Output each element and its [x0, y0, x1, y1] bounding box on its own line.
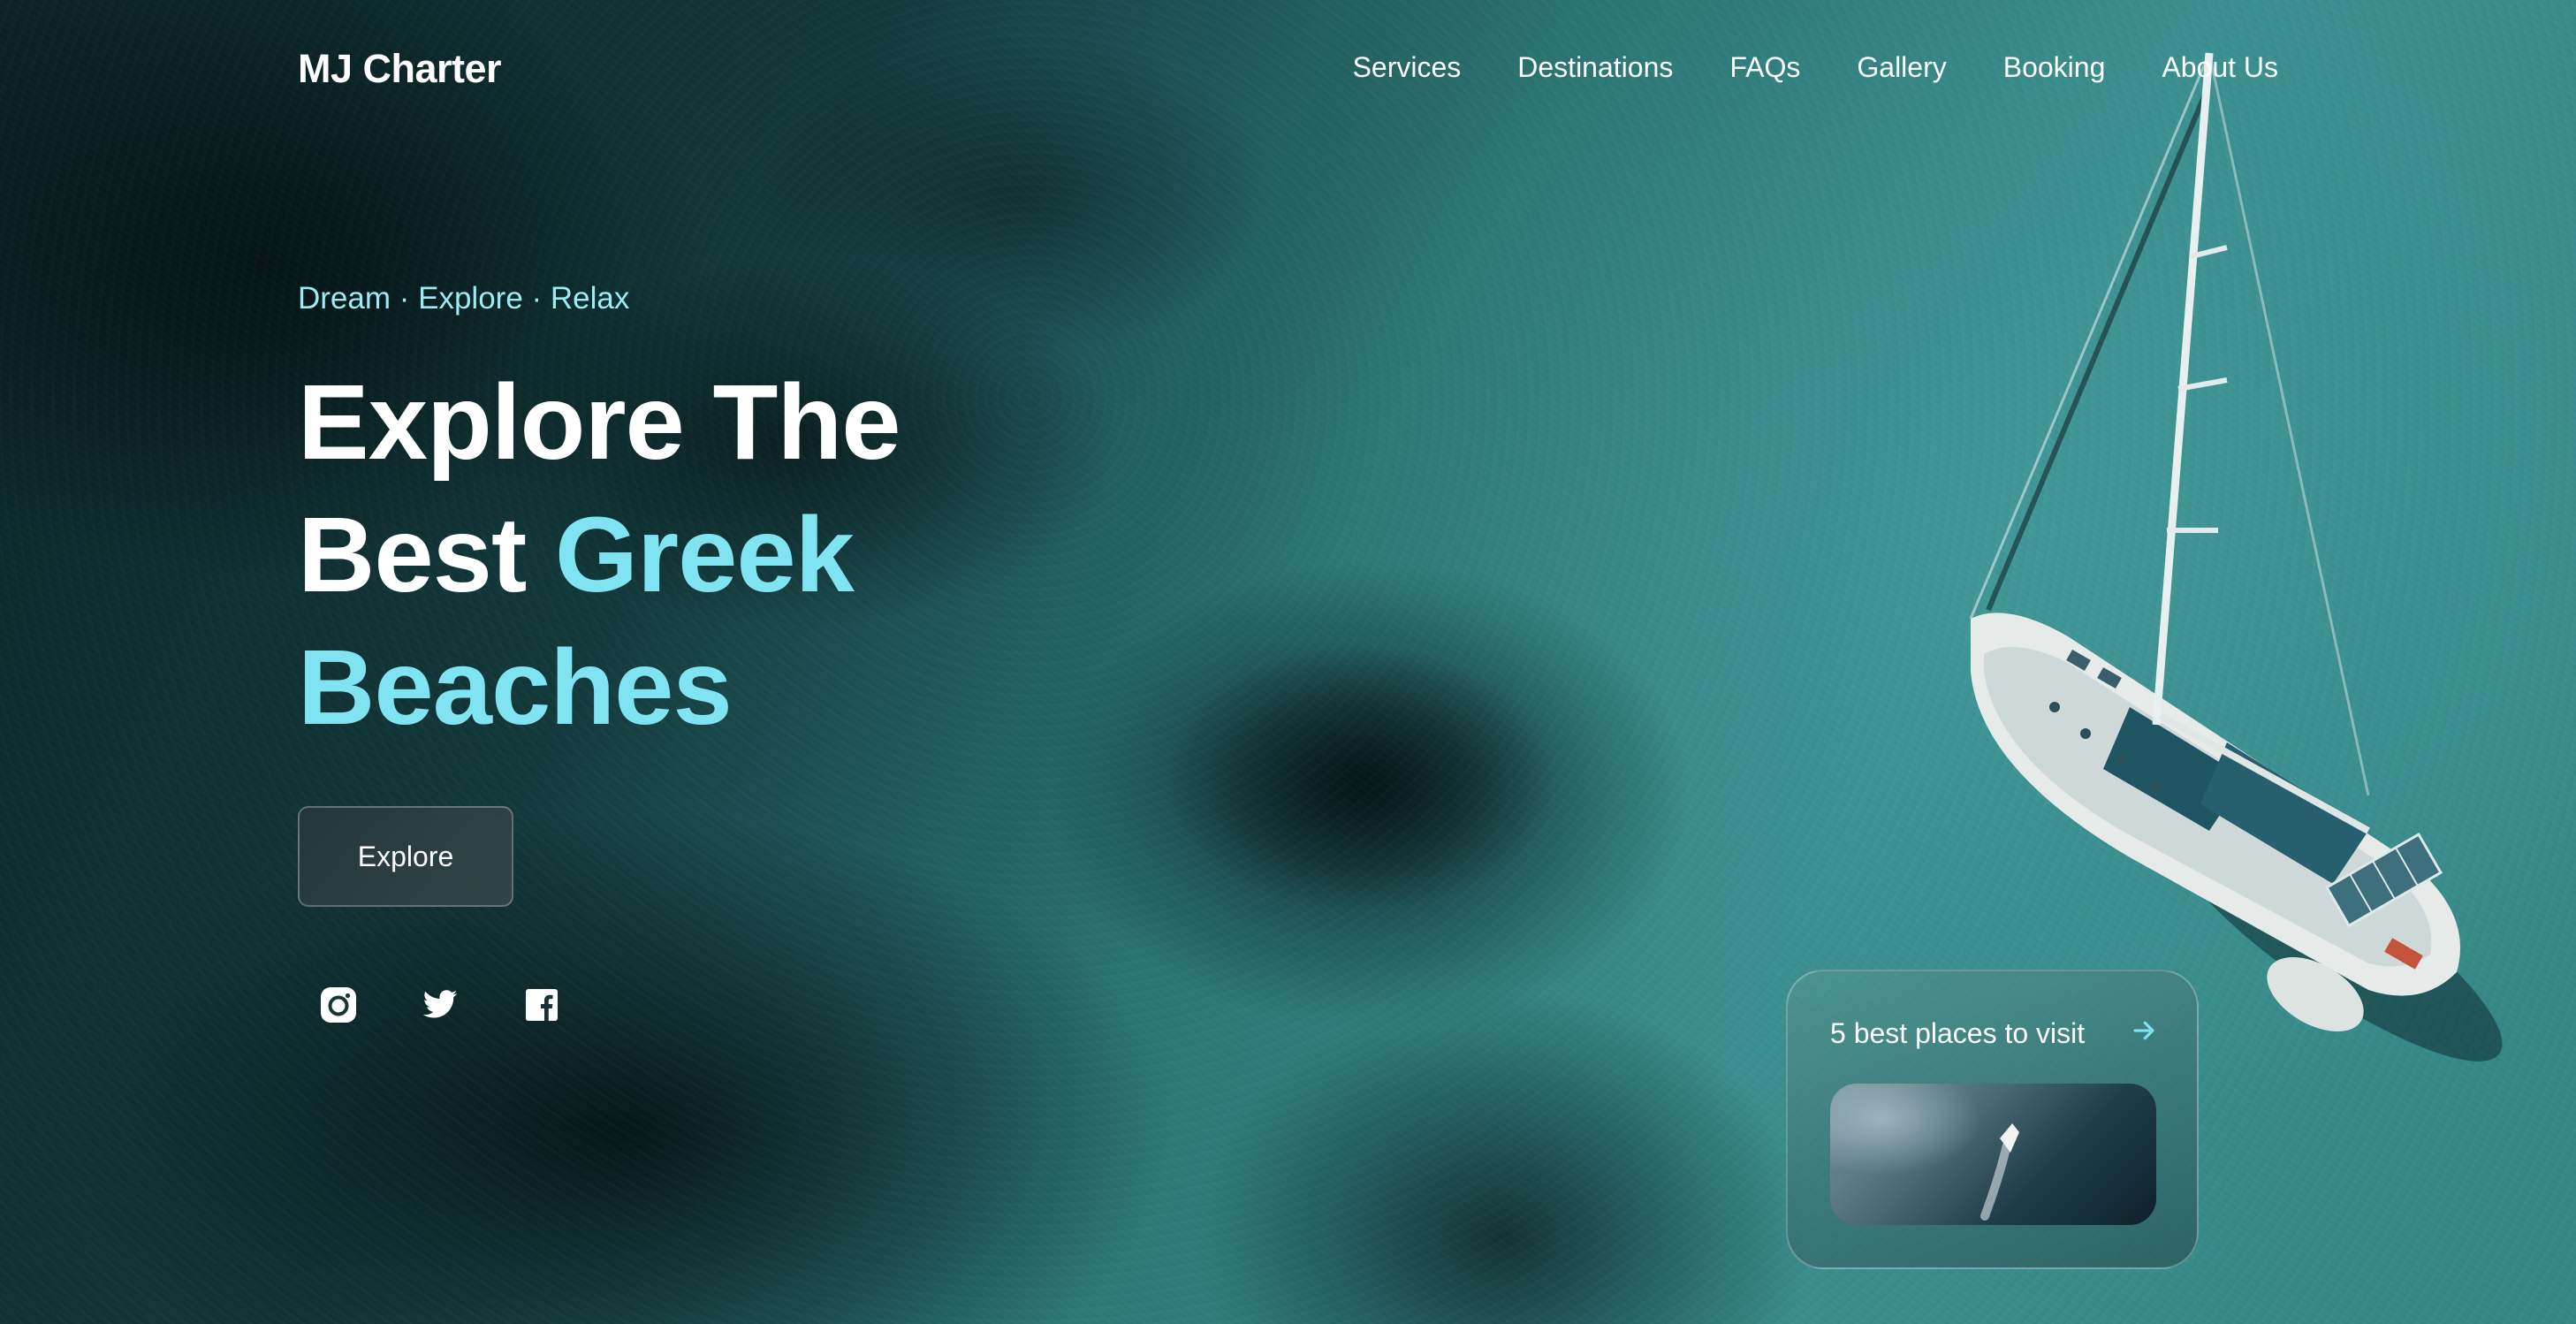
nav-booking[interactable]: Booking	[2003, 51, 2106, 84]
social-links	[320, 986, 560, 1023]
brand-logo[interactable]: MJ Charter	[298, 46, 502, 92]
facebook-icon[interactable]	[523, 986, 560, 1023]
headline-line-3: Beaches	[298, 627, 733, 747]
headline-accent-text: Greek	[554, 494, 855, 614]
explore-button[interactable]: Explore	[298, 806, 513, 907]
hero-headline: Explore The Best Greek Beaches	[298, 355, 901, 753]
card-title: 5 best places to visit	[1830, 1017, 2086, 1049]
nav-about-us[interactable]: About Us	[2162, 51, 2278, 84]
arrow-right-icon	[2133, 1021, 2154, 1040]
twitter-icon[interactable]	[422, 986, 459, 1023]
nav-services[interactable]: Services	[1353, 51, 1462, 84]
hero-section: MJ Charter Services Destinations FAQs Ga…	[0, 0, 2576, 1324]
nav-faqs[interactable]: FAQs	[1729, 51, 1800, 84]
headline-plain-text: Best	[298, 494, 555, 614]
nav-destinations[interactable]: Destinations	[1517, 51, 1673, 84]
sailboat-image	[1969, 52, 2503, 1061]
headline-line-1: Explore The	[298, 361, 901, 482]
headline-line-2: Best Greek	[298, 488, 900, 620]
card-thumbnail-image	[1830, 1084, 2156, 1225]
best-places-card[interactable]: 5 best places to visit	[1786, 970, 2199, 1269]
main-nav: Services Destinations FAQs Gallery Booki…	[1353, 51, 2278, 84]
nav-gallery[interactable]: Gallery	[1857, 51, 1946, 84]
instagram-icon[interactable]	[320, 986, 357, 1023]
hero-tagline: Dream · Explore · Relax	[298, 281, 630, 316]
